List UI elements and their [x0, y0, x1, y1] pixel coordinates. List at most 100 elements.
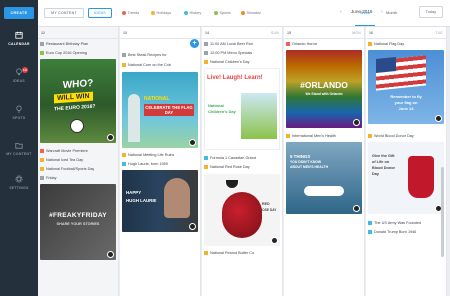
sidebar-item-label: CALENDAR	[8, 42, 30, 46]
event-item[interactable]: Best Steak Recipes for	[122, 51, 167, 59]
day-number: 15	[287, 31, 291, 35]
card-title: 5 THINGS	[290, 154, 311, 159]
ideas-button[interactable]: IDEAS	[88, 8, 112, 18]
card-caption: We Stand with Orlando	[305, 92, 343, 96]
event-item[interactable]: 11:00 AM Local Beer Run	[204, 40, 253, 48]
tab-week-label[interactable]: Week	[354, 10, 376, 26]
event-marker-icon	[40, 158, 44, 162]
event-marker-icon	[122, 53, 126, 57]
idea-card-hugh-laurie[interactable]: HAPPY HUGH LAURIE	[122, 170, 198, 232]
week-grid: 12 Restaurant Birthday Plan Euro Cup 201…	[38, 27, 448, 296]
filter-holidays[interactable]: Holidays	[151, 10, 171, 16]
vertical-scrollbar[interactable]	[441, 167, 444, 257]
filter-history[interactable]: History	[184, 10, 201, 16]
card-title: RED	[262, 202, 270, 206]
card-title: #ORLANDO	[300, 80, 348, 90]
sports-dot-icon	[214, 11, 218, 15]
day-name: TUE	[435, 31, 443, 35]
card-title: #FREAKYFRIDAY	[49, 212, 107, 219]
day-name: SUN	[270, 31, 279, 35]
sidebar-item-ideas[interactable]: 10 IDEAS	[0, 67, 38, 94]
event-marker-icon	[204, 165, 208, 169]
event-item[interactable]: National Corn on the Cob	[122, 61, 171, 69]
statue-icon	[128, 94, 140, 142]
event-marker-icon	[204, 42, 208, 46]
idea-card-flag-day[interactable]: NATIONAL CELEBRATE THE FLAG DAY	[122, 72, 198, 148]
idea-card-freakyfriday[interactable]: #FREAKYFRIDAY SHARE YOUR STORIES	[40, 184, 116, 260]
coffee-cup-icon	[226, 180, 238, 188]
card-title: HAPPY	[126, 190, 142, 195]
day-header: 13	[120, 27, 200, 39]
card-caption: SHARE YOUR STORIES	[56, 222, 100, 226]
create-button[interactable]: CREATE	[4, 7, 34, 19]
card-badge-icon	[353, 205, 360, 212]
filter-showbiz[interactable]: Showbiz	[241, 10, 261, 16]
event-item[interactable]: National Football/Sports Day	[40, 165, 94, 173]
idea-card-mens-health[interactable]: 5 THINGS YOU DIDN'T KNOW ABOUT MEN'S HEA…	[286, 142, 362, 214]
event-item[interactable]: National Iced Tea Day	[40, 156, 83, 164]
surfer-image	[304, 186, 344, 196]
event-item[interactable]: Hugh Laurie, born 1959	[122, 160, 168, 168]
event-item[interactable]: National Meeting Life Ruins	[122, 151, 174, 159]
card-caption: HUGH LAURIE	[126, 198, 157, 203]
gear-icon	[15, 175, 23, 183]
event-marker-icon	[368, 42, 372, 46]
event-item[interactable]: The US Army Was Founded	[368, 219, 421, 227]
card-caption-2: Day	[372, 172, 379, 176]
showbiz-dot-icon	[241, 11, 245, 15]
event-item[interactable]: Restaurant Birthday Plan	[40, 40, 88, 48]
card-title: Remember to fly	[390, 94, 422, 99]
tab-month[interactable]: Month	[386, 10, 397, 15]
day-header: 14 SUN	[202, 27, 282, 39]
day-header: 12	[38, 27, 118, 39]
card-caption: THE EURO 2016?	[54, 103, 96, 113]
event-item[interactable]: Euro Cup 2016 Opening	[40, 49, 87, 57]
event-item[interactable]: National Red Rose Day	[204, 163, 250, 171]
my-content-button[interactable]: MY CONTENT	[44, 8, 84, 18]
event-item[interactable]: 12:00 PM Menu Specials	[204, 49, 252, 57]
idea-card-red-rose[interactable]: RED ROSE DAY	[204, 174, 280, 246]
event-item[interactable]: Orlando Horror	[286, 40, 317, 48]
card-badge-icon	[189, 139, 196, 146]
sidebar-item-label: SETTINGS	[9, 186, 29, 190]
idea-card-flag-day-16[interactable]: Remember to fly your flag on June 14	[368, 50, 444, 124]
event-item[interactable]: National Children's Day	[204, 58, 250, 66]
idea-card-blood-donor[interactable]: Give the Gift of Life on Blood Donor Day	[368, 142, 444, 214]
today-button[interactable]: Today	[419, 6, 443, 18]
day-column: 14 SUN 11:00 AM Local Beer Run 12:00 PM …	[202, 27, 283, 296]
idea-card-euro[interactable]: WHO? WILL WIN THE EURO 2016?	[40, 59, 116, 143]
day-column: 16 TUE National Flag Day Remember to fly…	[366, 27, 447, 296]
event-marker-icon	[204, 251, 208, 255]
event-item[interactable]: Donald Trump Born 1946	[368, 228, 416, 236]
sidebar-item-settings[interactable]: SETTINGS	[0, 175, 38, 201]
day-header: 15 MON	[284, 27, 364, 39]
event-item[interactable]: International Men's Health	[286, 132, 336, 140]
event-marker-icon	[40, 51, 44, 55]
event-item[interactable]: National Peanut Butter Co	[204, 249, 254, 257]
event-item[interactable]: Warcraft Movie Premiere	[40, 147, 88, 155]
event-item[interactable]: Friday	[40, 174, 57, 182]
card-caption: ABOUT MEN'S HEALTH	[290, 165, 329, 169]
event-marker-icon	[122, 162, 126, 166]
sidebar-item-my-content[interactable]: MY CONTENT	[0, 141, 38, 167]
idea-card-orlando[interactable]: #ORLANDO We Stand with Orlando	[286, 50, 362, 128]
day-name: MON	[352, 31, 361, 35]
event-item[interactable]: National Flag Day	[368, 40, 404, 48]
event-item[interactable]: World Blood Donor Day	[368, 132, 414, 140]
event-item[interactable]: Formula 1 Canadian Grand	[204, 154, 256, 162]
prev-week-button[interactable]: ‹	[340, 9, 342, 15]
card-caption: June 14	[398, 106, 414, 111]
add-post-button[interactable]: +	[190, 39, 199, 48]
sidebar-item-calendar[interactable]: CALENDAR	[0, 31, 38, 57]
event-marker-icon	[286, 42, 290, 46]
card-caption: Blood Donor	[372, 166, 395, 170]
filter-sports[interactable]: Sports	[214, 10, 230, 16]
card-title: Give the Gift	[372, 154, 395, 158]
card-badge-icon	[353, 119, 360, 126]
card-title: Live! Laugh! Learn!	[207, 75, 263, 81]
event-marker-icon	[40, 176, 44, 180]
sidebar-item-spots[interactable]: SPOTS	[0, 105, 38, 131]
idea-card-childrens-day[interactable]: Live! Laugh! Learn! National Children's …	[204, 68, 280, 150]
filter-trends[interactable]: Trends	[122, 10, 139, 16]
next-week-button[interactable]: ›	[381, 9, 383, 15]
